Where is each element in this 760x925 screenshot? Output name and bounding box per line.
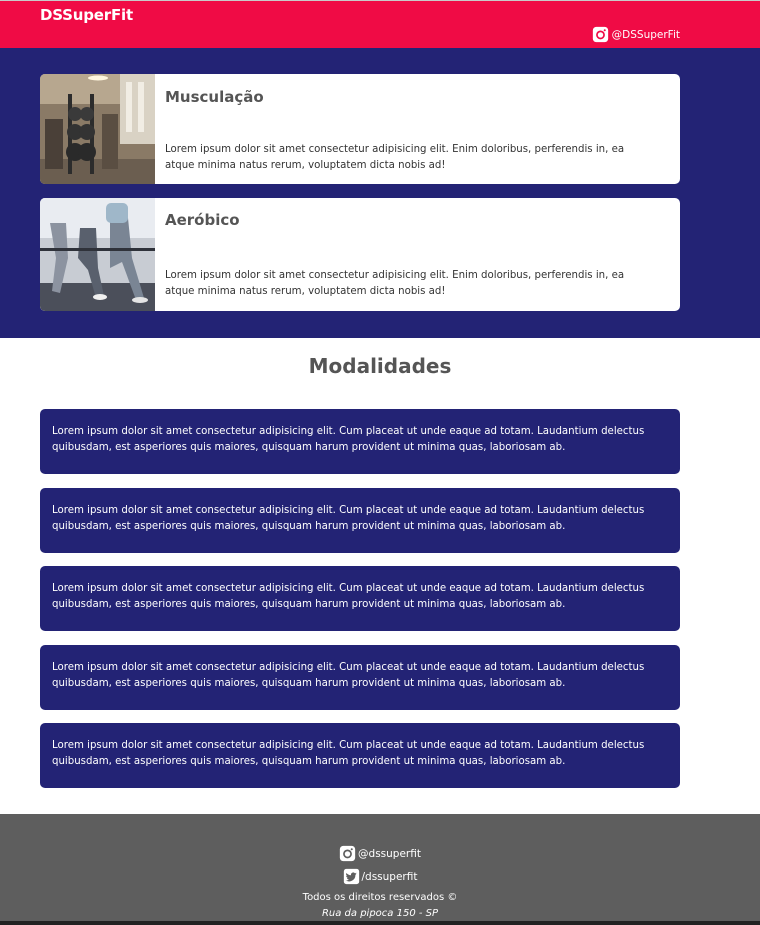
card-musculacao: Musculação Lorem ipsum dolor sit amet co… <box>40 74 680 184</box>
card-text: Lorem ipsum dolor sit amet consectetur a… <box>165 270 625 297</box>
footer-address: Rua da pipoca 150 - SP <box>321 908 439 919</box>
page-footer: @dssuperfit /dssuperfit Todos os direito… <box>0 814 760 925</box>
instagram-icon <box>339 845 356 862</box>
footer-bottom-bar <box>0 921 760 925</box>
footer-twitter-link[interactable]: /dssuperfit <box>0 868 760 885</box>
header-instagram-handle: @DSSuperFit <box>611 28 680 41</box>
top-header: DSSuperFit @DSSuperFit <box>0 0 760 48</box>
footer-instagram-handle: @dssuperfit <box>358 847 421 860</box>
modalidade-item: Lorem ipsum dolor sit amet consectetur a… <box>40 566 680 631</box>
modalidades-list: Lorem ipsum dolor sit amet consectetur a… <box>40 409 680 802</box>
treadmill-runners-photo <box>40 198 155 311</box>
brand-logo[interactable]: DSSuperFit <box>40 6 133 24</box>
hero-section: Musculação Lorem ipsum dolor sit amet co… <box>0 48 760 338</box>
modalidades-title: Modalidades <box>308 354 452 378</box>
twitter-icon <box>343 868 359 885</box>
modalidade-item: Lorem ipsum dolor sit amet consectetur a… <box>40 723 680 788</box>
card-title: Musculação <box>165 88 264 106</box>
gym-weights-photo <box>40 74 155 184</box>
footer-rights: Todos os direitos reservados © <box>302 892 458 903</box>
card-title: Aeróbico <box>165 211 240 229</box>
instagram-icon <box>592 26 608 43</box>
header-instagram-link[interactable]: @DSSuperFit <box>592 26 680 43</box>
footer-twitter-handle: /dssuperfit <box>361 870 418 883</box>
modalidade-item: Lorem ipsum dolor sit amet consectetur a… <box>40 644 680 710</box>
footer-instagram-link[interactable]: @dssuperfit <box>0 845 760 862</box>
card-aerobico: Aeróbico Lorem ipsum dolor sit amet cons… <box>40 198 680 311</box>
modalidade-item: Lorem ipsum dolor sit amet consectetur a… <box>40 487 680 553</box>
modalidade-item: Lorem ipsum dolor sit amet consectetur a… <box>40 409 680 474</box>
card-text: Lorem ipsum dolor sit amet consectetur a… <box>165 144 625 171</box>
